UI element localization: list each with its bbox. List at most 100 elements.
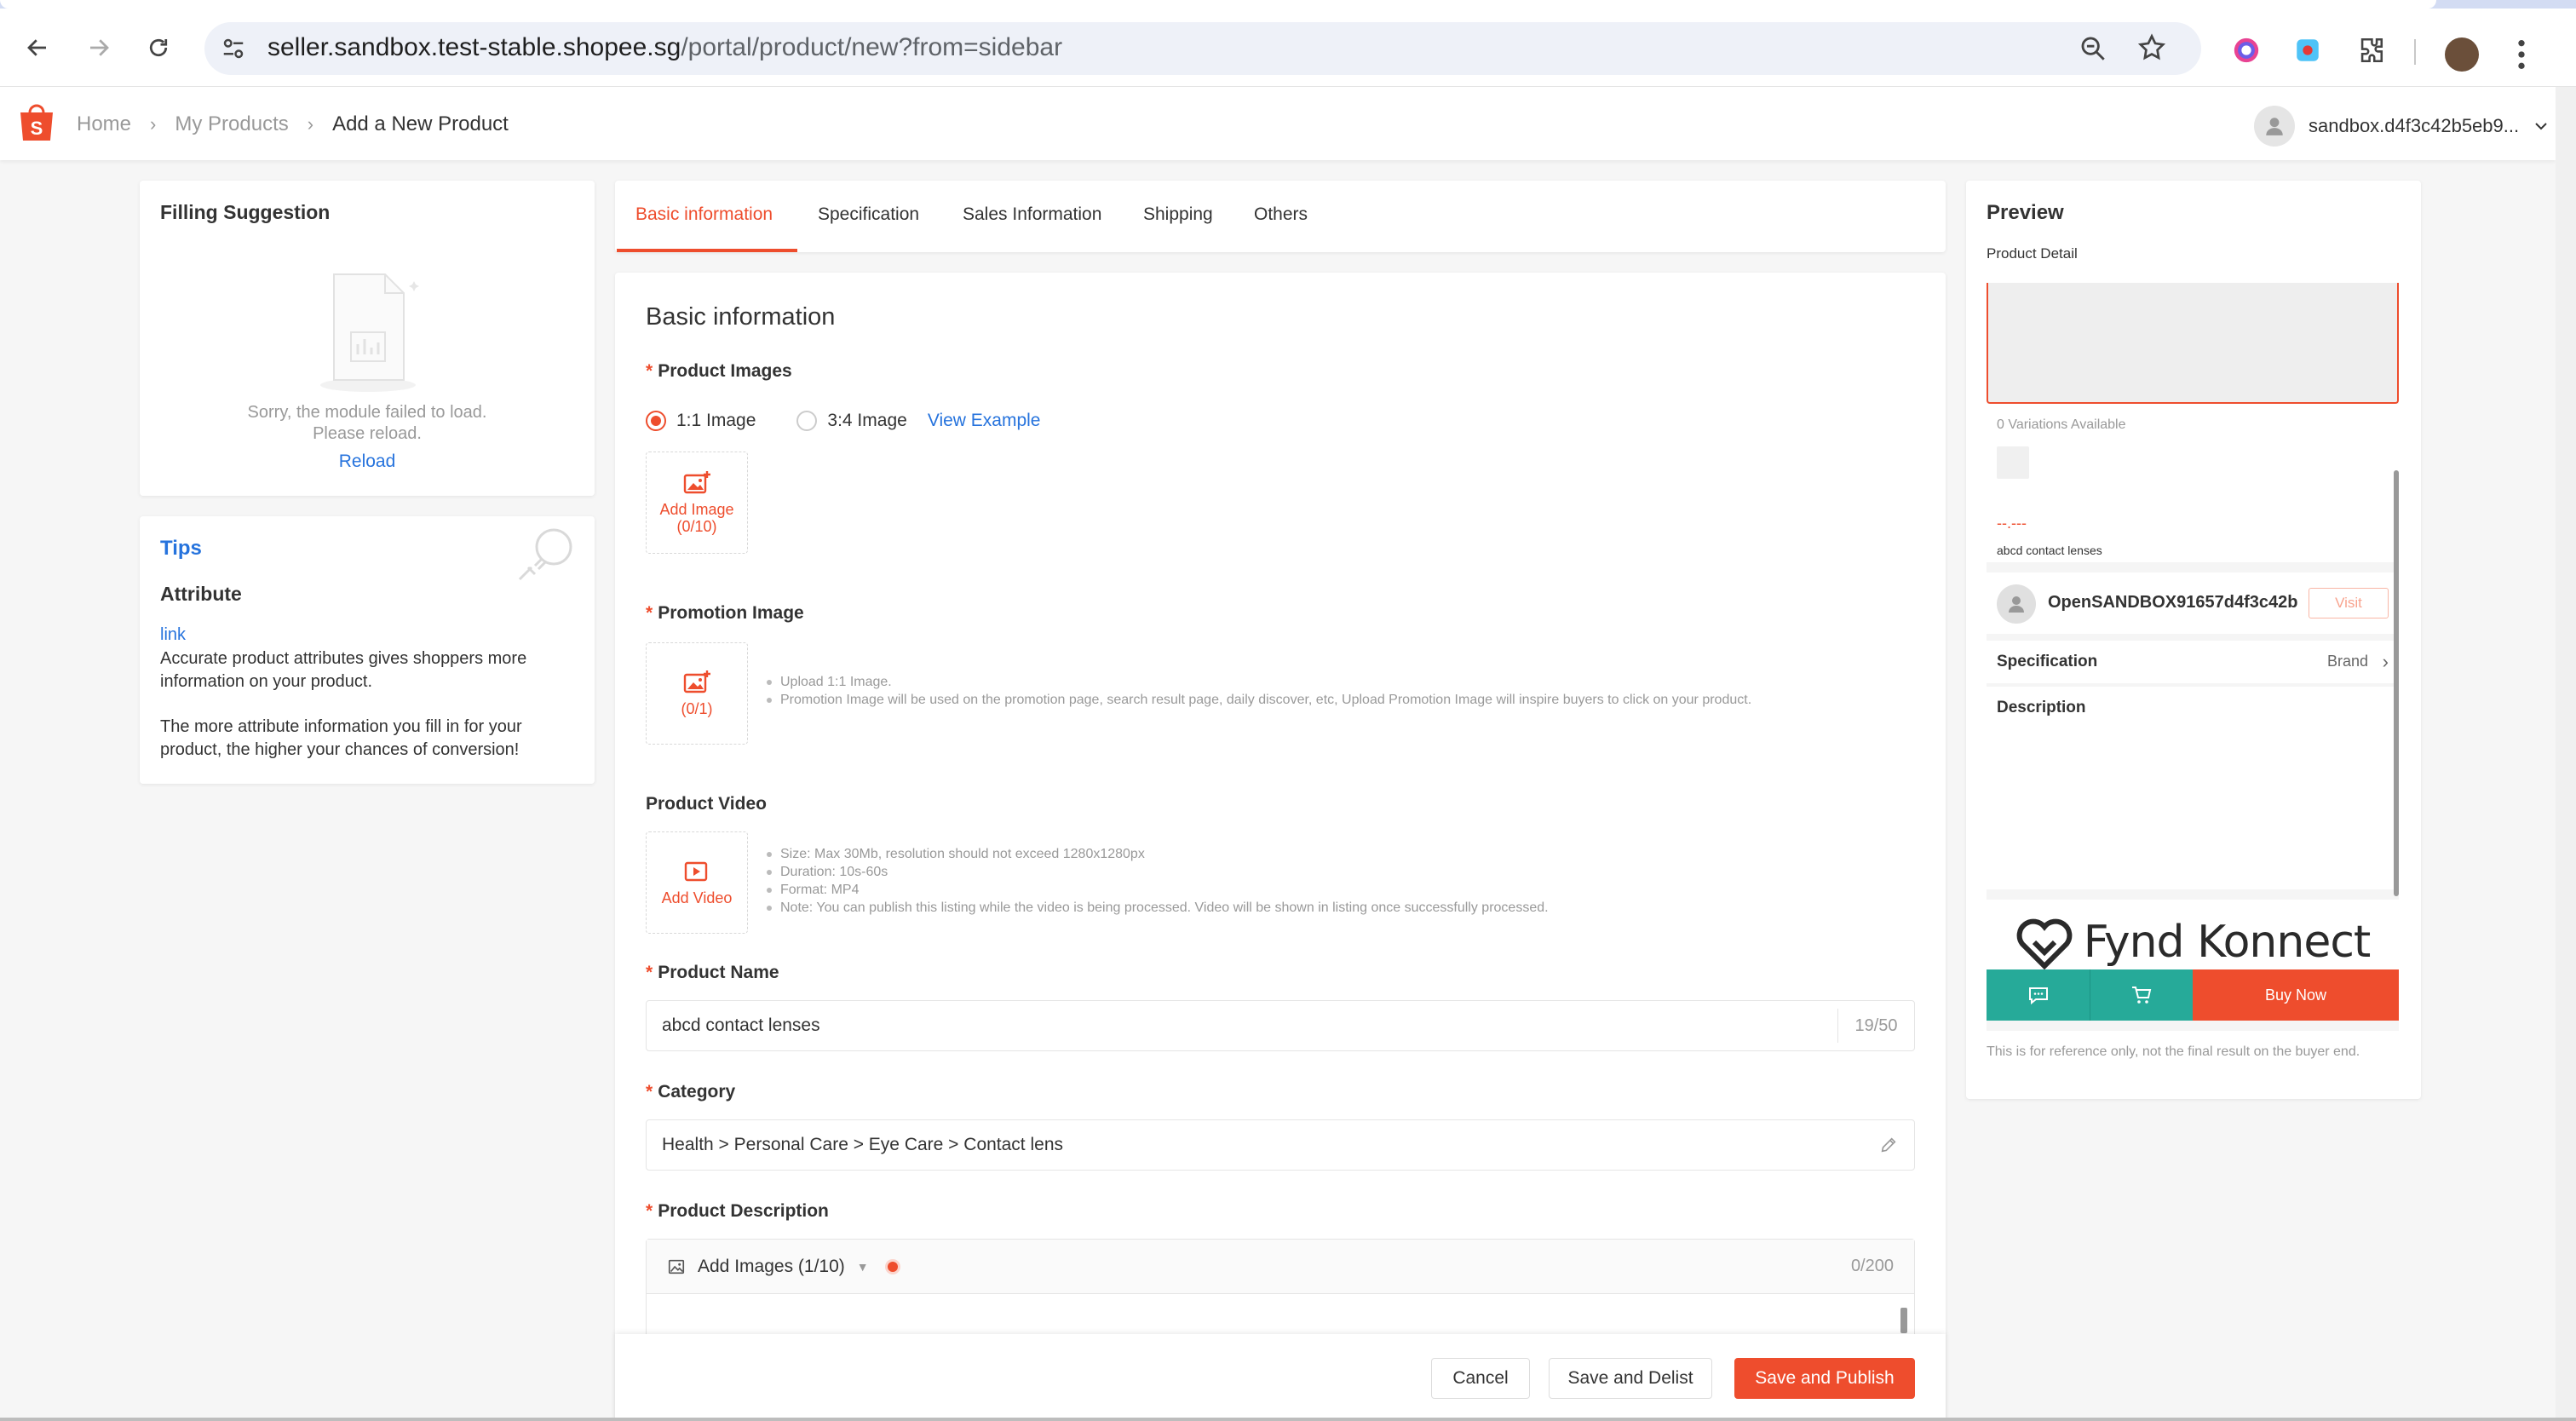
extension-camera-icon[interactable] xyxy=(2293,36,2322,65)
tips-paragraph-1: Accurate product attributes gives shoppe… xyxy=(160,649,527,691)
chat-icon xyxy=(1987,969,2090,1021)
preview-variations: 0 Variations Available xyxy=(1997,417,2126,432)
preview-spec-label: Specification xyxy=(1997,653,2098,670)
add-video-button[interactable]: Add Video xyxy=(646,831,748,934)
save-and-publish-button[interactable]: Save and Publish xyxy=(1734,1358,1915,1399)
add-image-count: (0/10) xyxy=(676,518,717,535)
preview-card: Preview Product Detail 0 Variations Avai… xyxy=(1966,181,2421,1099)
category-value: Health > Personal Care > Eye Care > Cont… xyxy=(662,1135,1064,1154)
preview-price: --.--- xyxy=(1997,515,2027,532)
url-text: seller.sandbox.test-stable.shopee.sg/por… xyxy=(267,33,1063,61)
browser-toolbar: seller.sandbox.test-stable.shopee.sg/por… xyxy=(0,9,2576,87)
form-tabs: Basic information Specification Sales In… xyxy=(615,181,1946,252)
preview-scrollbar[interactable] xyxy=(2394,470,2399,896)
add-video-label: Add Video xyxy=(661,889,733,906)
add-images-dropdown[interactable]: Add Images (1/10) xyxy=(698,1257,845,1277)
preview-shop-row: OpenSANDBOX91657d4f3c42b Visit xyxy=(1987,572,2399,634)
tips-heading: Attribute xyxy=(160,583,242,605)
add-video-icon xyxy=(684,861,708,882)
extensions-puzzle-icon[interactable] xyxy=(2356,36,2385,65)
hint-item: Note: You can publish this listing while… xyxy=(765,899,1549,917)
reload-link[interactable]: Reload xyxy=(140,452,595,472)
preview-phone-frame: 0 Variations Available --.--- abcd conta… xyxy=(1987,283,2399,1031)
reload-icon xyxy=(149,38,168,57)
ratio-3-4-radio[interactable] xyxy=(796,411,818,431)
address-bar[interactable]: seller.sandbox.test-stable.shopee.sg/por… xyxy=(204,22,2201,75)
error-line-1: Sorry, the module failed to load. xyxy=(247,403,487,422)
preview-description-label: Description xyxy=(1997,699,2086,716)
preview-variation-thumbnail xyxy=(1997,446,2029,479)
hint-item: Upload 1:1 Image. xyxy=(765,673,1751,691)
user-avatar-icon xyxy=(2254,106,2295,147)
breadcrumb: Home › My Products › Add a New Product xyxy=(77,112,509,136)
ratio-1-1-radio[interactable] xyxy=(646,411,666,431)
caret-down-icon[interactable]: ▼ xyxy=(857,1260,869,1274)
tips-title: Tips xyxy=(160,537,202,560)
buy-now-button: Buy Now xyxy=(2193,969,2399,1021)
description-scrollbar[interactable] xyxy=(1900,1308,1907,1333)
arrow-left-icon xyxy=(27,39,46,56)
forward-button[interactable] xyxy=(77,26,121,70)
extension-color-icon[interactable] xyxy=(2232,36,2261,65)
tab-specification[interactable]: Specification xyxy=(818,204,919,225)
module-error-text: Sorry, the module failed to load. Please… xyxy=(140,402,595,445)
tab-basic-information[interactable]: Basic information xyxy=(635,204,773,225)
site-settings-icon[interactable] xyxy=(220,36,247,61)
form-action-bar: Cancel Save and Delist Save and Publish xyxy=(615,1334,1946,1421)
page-scrollbar[interactable] xyxy=(2556,87,2576,1421)
promotion-image-label: * Promotion Image xyxy=(646,603,804,623)
product-video-label: Product Video xyxy=(646,794,767,814)
category-selector[interactable]: Health > Personal Care > Eye Care > Cont… xyxy=(646,1119,1915,1171)
preview-disclaimer: This is for reference only, not the fina… xyxy=(1987,1044,2360,1059)
error-line-2: Please reload. xyxy=(313,424,422,443)
tips-link[interactable]: link xyxy=(160,625,186,645)
shopee-logo-icon[interactable]: S xyxy=(17,101,56,143)
shop-avatar-icon xyxy=(1997,584,2036,624)
account-menu[interactable]: sandbox.d4f3c42b5eb9... xyxy=(2254,106,2550,147)
seller-header: S Home › My Products › Add a New Product… xyxy=(0,87,2556,160)
cancel-button[interactable]: Cancel xyxy=(1431,1358,1530,1399)
save-and-delist-button[interactable]: Save and Delist xyxy=(1549,1358,1712,1399)
add-promotion-image-button[interactable]: (0/1) xyxy=(646,642,748,745)
hint-item: Duration: 10s-60s xyxy=(765,863,1549,881)
reload-button[interactable] xyxy=(136,26,181,70)
product-description-label: * Product Description xyxy=(646,1201,829,1221)
chevron-right-icon: › xyxy=(307,113,314,135)
product-name-value[interactable]: abcd contact lenses xyxy=(647,1015,1837,1036)
hint-item: Promotion Image will be used on the prom… xyxy=(765,691,1751,709)
edit-pencil-icon[interactable] xyxy=(1863,1136,1914,1154)
arrow-right-icon xyxy=(90,39,109,56)
view-example-link[interactable]: View Example xyxy=(928,411,1041,431)
breadcrumb-home[interactable]: Home xyxy=(77,112,131,136)
tab-shipping[interactable]: Shipping xyxy=(1143,204,1213,225)
zoom-icon[interactable] xyxy=(2079,34,2107,63)
back-button[interactable] xyxy=(15,26,60,70)
tips-paragraph-2: The more attribute information you fill … xyxy=(160,717,522,759)
window-bottom-edge xyxy=(0,1418,2576,1421)
description-toolbar: Add Images (1/10) ▼ 0/200 xyxy=(647,1240,1914,1294)
hint-item: Size: Max 30Mb, resolution should not ex… xyxy=(765,845,1549,863)
fynd-konnect-logo-icon xyxy=(2016,918,2073,970)
breadcrumb-my-products[interactable]: My Products xyxy=(175,112,288,136)
bookmark-star-icon[interactable] xyxy=(2136,32,2167,63)
breadcrumb-current: Add a New Product xyxy=(332,112,509,135)
product-name-label: * Product Name xyxy=(646,963,779,982)
browser-tab-strip xyxy=(0,0,2576,9)
browser-menu-icon[interactable] xyxy=(2511,37,2532,72)
ratio-3-4-label[interactable]: 3:4 Image xyxy=(827,411,906,431)
active-tab-edge xyxy=(0,0,2436,9)
tab-sales-information[interactable]: Sales Information xyxy=(963,204,1101,225)
filling-suggestion-title: Filling Suggestion xyxy=(160,201,331,223)
product-name-input[interactable]: abcd contact lenses 19/50 xyxy=(646,1000,1915,1051)
preview-title: Preview xyxy=(1987,201,2064,224)
tab-others[interactable]: Others xyxy=(1254,204,1308,225)
add-product-image-button[interactable]: Add Image (0/10) xyxy=(646,452,748,554)
ratio-1-1-label[interactable]: 1:1 Image xyxy=(676,411,756,431)
account-name: sandbox.d4f3c42b5eb9... xyxy=(2309,115,2520,136)
profile-avatar[interactable] xyxy=(2445,37,2479,72)
product-images-label: * Product Images xyxy=(646,361,792,381)
image-icon xyxy=(668,1259,685,1274)
promotion-image-hints: Upload 1:1 Image. Promotion Image will b… xyxy=(765,673,1751,709)
lightbulb-icon xyxy=(518,528,572,581)
preview-product-image xyxy=(1987,283,2399,404)
